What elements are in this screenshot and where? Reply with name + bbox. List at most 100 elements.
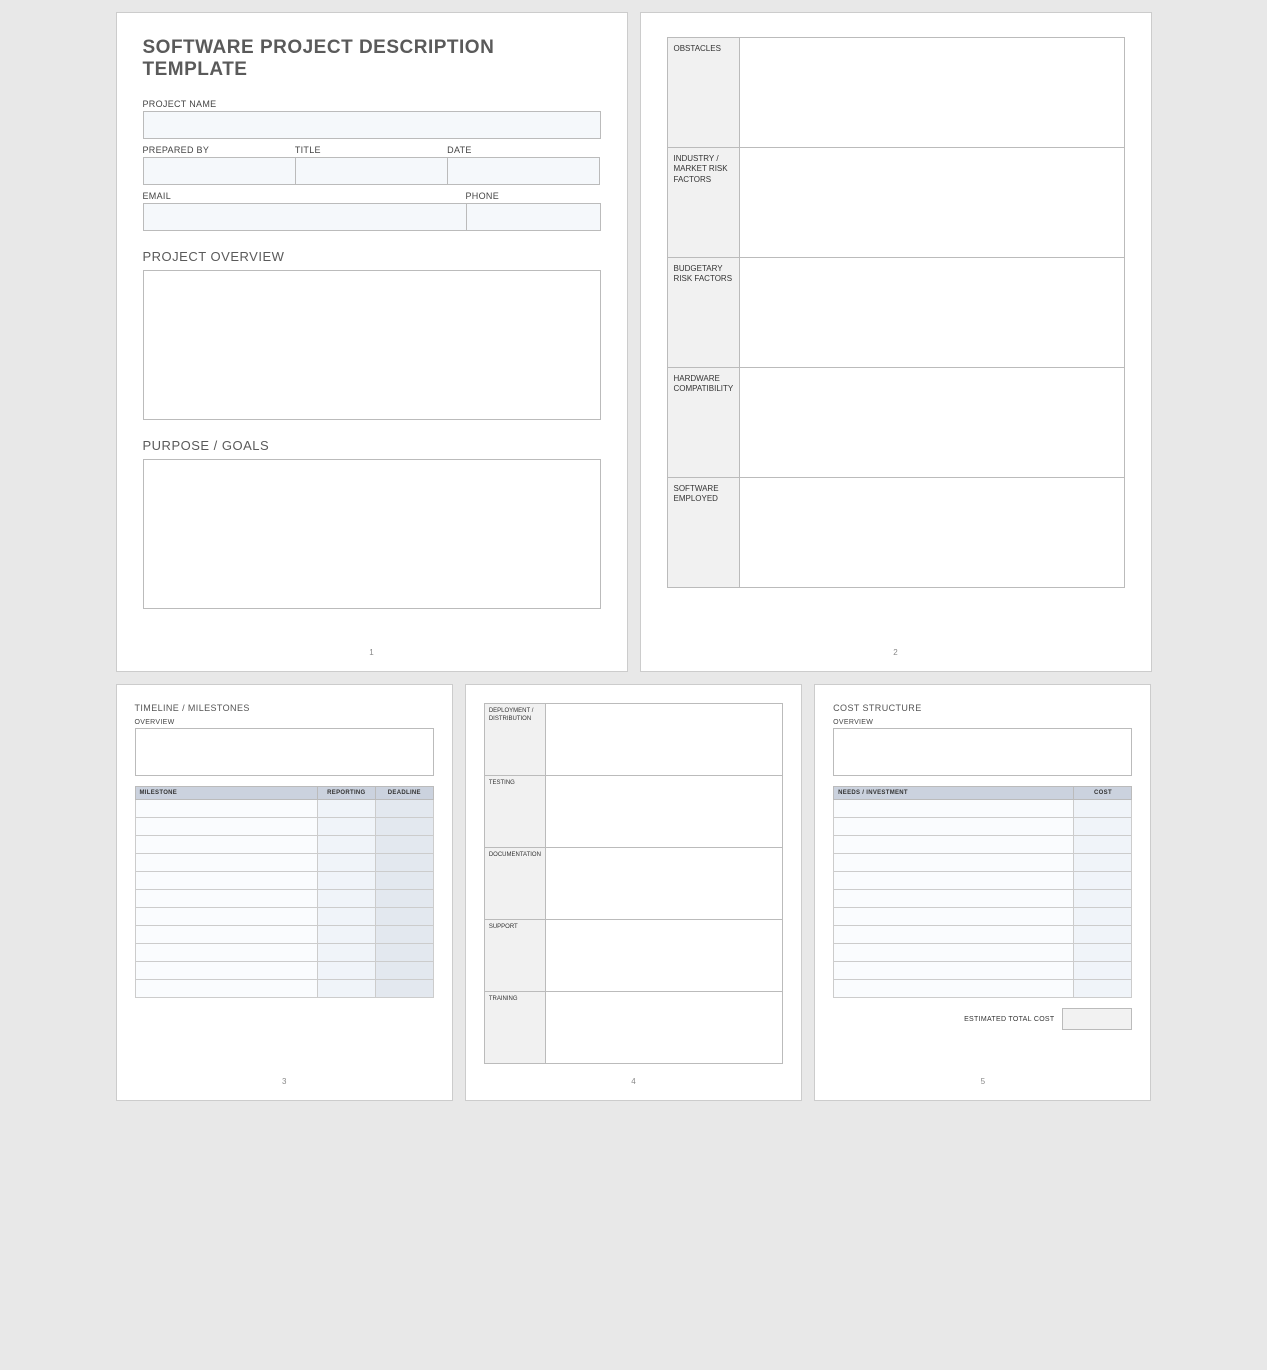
cell-reporting[interactable] [317,962,375,980]
cell-reporting[interactable] [317,980,375,998]
cell-deadline[interactable] [375,962,433,980]
cell-deadline[interactable] [375,836,433,854]
input-phone[interactable] [466,203,601,231]
cell-milestone[interactable] [135,980,317,998]
deploy-row-value[interactable] [545,776,782,848]
cell-need[interactable] [834,908,1074,926]
deploy-row-value[interactable] [545,992,782,1064]
cell-milestone[interactable] [135,872,317,890]
value-estimated-total-cost[interactable] [1062,1008,1132,1030]
cell-milestone[interactable] [135,962,317,980]
table-row [135,980,433,998]
cell-deadline[interactable] [375,800,433,818]
cell-milestone[interactable] [135,908,317,926]
cell-reporting[interactable] [317,800,375,818]
cell-deadline[interactable] [375,980,433,998]
table-row [834,908,1132,926]
input-date[interactable] [447,157,600,185]
deploy-row-value[interactable] [545,848,782,920]
cell-cost[interactable] [1074,800,1132,818]
deploy-row-label: TRAINING [484,992,545,1064]
cell-milestone[interactable] [135,818,317,836]
cell-reporting[interactable] [317,818,375,836]
textarea-timeline-overview[interactable] [135,728,434,776]
table-row [834,980,1132,998]
cell-need[interactable] [834,962,1074,980]
table-row [135,836,433,854]
cell-deadline[interactable] [375,854,433,872]
input-prepared-by[interactable] [143,157,296,185]
cell-need[interactable] [834,944,1074,962]
risk-row-label: SOFTWARE EMPLOYED [667,478,740,588]
table-row [135,854,433,872]
cell-need[interactable] [834,890,1074,908]
cell-reporting[interactable] [317,854,375,872]
input-email[interactable] [143,203,467,231]
cell-deadline[interactable] [375,818,433,836]
cell-need[interactable] [834,818,1074,836]
cell-reporting[interactable] [317,890,375,908]
cell-cost[interactable] [1074,962,1132,980]
cell-deadline[interactable] [375,908,433,926]
label-project-name: PROJECT NAME [143,99,601,109]
cell-milestone[interactable] [135,890,317,908]
page-number: 4 [466,1077,801,1086]
cell-milestone[interactable] [135,926,317,944]
cell-reporting[interactable] [317,872,375,890]
cell-milestone[interactable] [135,854,317,872]
cell-reporting[interactable] [317,926,375,944]
heading-project-overview: PROJECT OVERVIEW [143,249,601,264]
input-project-name[interactable] [143,111,601,139]
cell-cost[interactable] [1074,980,1132,998]
textarea-purpose-goals[interactable] [143,459,601,609]
document-title: SOFTWARE PROJECT DESCRIPTION TEMPLATE [143,37,601,81]
table-row [834,962,1132,980]
cell-reporting[interactable] [317,908,375,926]
textarea-cost-overview[interactable] [833,728,1132,776]
cell-cost[interactable] [1074,818,1132,836]
cell-need[interactable] [834,800,1074,818]
cell-cost[interactable] [1074,836,1132,854]
label-date: DATE [447,145,600,155]
cell-deadline[interactable] [375,890,433,908]
input-title[interactable] [295,157,448,185]
cell-need[interactable] [834,926,1074,944]
risk-row-value[interactable] [740,148,1124,258]
textarea-project-overview[interactable] [143,270,601,420]
deploy-row-label: SUPPORT [484,920,545,992]
label-overview: OVERVIEW [135,719,434,726]
cell-milestone[interactable] [135,944,317,962]
page-number: 2 [641,648,1151,657]
cell-milestone[interactable] [135,836,317,854]
deploy-row-label: DEPLOYMENT / DISTRIBUTION [484,704,545,776]
risk-row-value[interactable] [740,38,1124,148]
cell-deadline[interactable] [375,872,433,890]
cell-need[interactable] [834,872,1074,890]
cell-need[interactable] [834,836,1074,854]
deploy-row-value[interactable] [545,920,782,992]
cell-cost[interactable] [1074,944,1132,962]
cell-reporting[interactable] [317,836,375,854]
cell-need[interactable] [834,854,1074,872]
cell-cost[interactable] [1074,872,1132,890]
cell-milestone[interactable] [135,800,317,818]
risk-row-value[interactable] [740,258,1124,368]
cell-deadline[interactable] [375,944,433,962]
risk-row-label: HARDWARE COMPATIBILITY [667,368,740,478]
table-row [834,944,1132,962]
table-milestones: MILESTONE REPORTING DEADLINE [135,786,434,998]
cell-deadline[interactable] [375,926,433,944]
risk-row-value[interactable] [740,478,1124,588]
label-title: TITLE [295,145,448,155]
risk-row-value[interactable] [740,368,1124,478]
cell-cost[interactable] [1074,890,1132,908]
cell-cost[interactable] [1074,926,1132,944]
cell-cost[interactable] [1074,854,1132,872]
risk-row-label: OBSTACLES [667,38,740,148]
cell-cost[interactable] [1074,908,1132,926]
deploy-row-value[interactable] [545,704,782,776]
cell-need[interactable] [834,980,1074,998]
page-number: 1 [117,648,627,657]
cell-reporting[interactable] [317,944,375,962]
deploy-row-label: TESTING [484,776,545,848]
